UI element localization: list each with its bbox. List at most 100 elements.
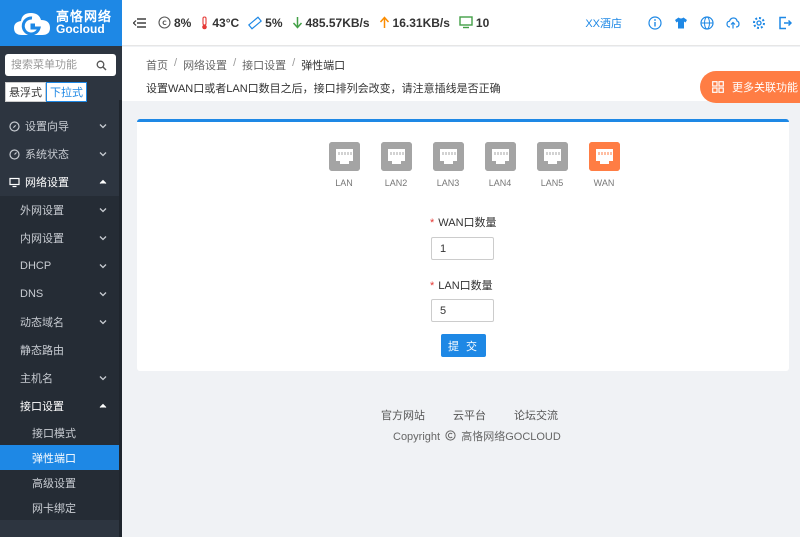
sidebar-item-hostname[interactable]: 主机名 — [0, 364, 122, 392]
elastic-port-card: LAN LAN2 LAN3 LAN4 LAN5 WAN *WAN口数量 *LAN… — [137, 119, 789, 371]
network-submenu: 外网设置 内网设置 DHCP DNS 动态域名 静态路由 主机名 接口设置 接口… — [0, 196, 122, 520]
lan-count-input[interactable] — [431, 299, 494, 322]
compass-icon — [9, 120, 20, 132]
sidebar-item-ddns[interactable]: 动态域名 — [0, 308, 122, 336]
grid-icon — [712, 81, 724, 93]
sidebar-scrollbar[interactable] — [119, 100, 122, 537]
ethernet-port-icon — [536, 142, 568, 171]
search-icon[interactable] — [96, 60, 107, 71]
sidebar-item-dns[interactable]: DNS — [0, 280, 122, 308]
upload-value: 16.31KB/s — [392, 15, 450, 30]
wan-count-input[interactable] — [431, 237, 494, 260]
store-name-link[interactable]: XX酒店 — [585, 15, 622, 31]
monitor-icon — [9, 177, 20, 187]
sidebar-item-label: 主机名 — [20, 373, 53, 385]
cpu-stat: C 8% — [158, 16, 191, 30]
interface-submenu: 接口模式 弹性端口 高级设置 网卡绑定 — [0, 420, 122, 520]
sidebar-item-system-status[interactable]: 系统状态 — [0, 140, 122, 168]
sidebar-item-wan-settings[interactable]: 外网设置 — [0, 196, 122, 224]
chevron-down-icon — [99, 124, 107, 129]
forum-link[interactable]: 论坛交流 — [514, 407, 558, 423]
port-lan5: LAN5 — [526, 142, 578, 188]
sidebar-item-label: 动态域名 — [20, 317, 64, 329]
info-icon[interactable] — [648, 16, 662, 30]
sidebar-item-dhcp[interactable]: DHCP — [0, 252, 122, 280]
breadcrumb: 首页 / 网络设置 / 接口设置 / 弹性端口 — [146, 57, 346, 73]
temperature-stat: 43°C — [200, 16, 239, 30]
device-monitor-icon — [459, 16, 473, 29]
tshirt-icon[interactable] — [674, 16, 688, 30]
float-mode-button[interactable]: 悬浮式 — [5, 82, 46, 102]
sidebar-item-interface-mode[interactable]: 接口模式 — [0, 420, 122, 445]
sidebar-item-label: 外网设置 — [20, 205, 64, 217]
gauge-icon — [9, 148, 20, 160]
submit-button[interactable]: 提 交 — [441, 334, 486, 357]
sidebar-item-label: 系统状态 — [25, 149, 69, 161]
sidebar-item-advanced-settings[interactable]: 高级设置 — [0, 470, 122, 495]
gear-icon[interactable] — [752, 16, 766, 30]
chevron-down-icon — [99, 320, 107, 325]
sidebar-item-label: DHCP — [20, 260, 52, 272]
menu-search-input[interactable] — [11, 59, 96, 71]
sidebar-item-label: 接口设置 — [20, 401, 64, 413]
copyright: Copyright 高恪网络GOCLOUD — [393, 430, 561, 443]
ethernet-port-icon — [328, 142, 360, 171]
ethernet-port-icon — [588, 142, 620, 171]
memory-stat: 5% — [248, 15, 283, 30]
sidebar-item-label: 静态路由 — [20, 345, 64, 357]
upload-stat: 16.31KB/s — [379, 16, 450, 30]
wan-count-label: * WAN口数量 — [430, 217, 497, 229]
port-wan: WAN — [578, 142, 630, 188]
brand-name-en: Gocloud — [56, 22, 105, 36]
chevron-down-icon — [99, 376, 107, 381]
chevron-up-icon — [99, 403, 107, 408]
chevron-up-icon — [99, 179, 107, 184]
globe-icon[interactable] — [700, 16, 714, 30]
chevron-down-icon — [99, 264, 107, 269]
logo[interactable]: 高恪网络 Gocloud — [0, 0, 122, 46]
breadcrumb-home[interactable]: 首页 — [146, 57, 168, 73]
menu-toggle-icon[interactable] — [133, 17, 146, 29]
port-label: LAN — [335, 178, 353, 188]
port-label: LAN4 — [488, 178, 512, 188]
cloud-upload-icon[interactable] — [726, 16, 740, 30]
breadcrumb-network-settings[interactable]: 网络设置 — [183, 57, 227, 73]
breadcrumb-current: 弹性端口 — [301, 60, 346, 72]
sidebar-item-nic-bonding[interactable]: 网卡绑定 — [0, 495, 122, 520]
chevron-down-icon — [99, 208, 107, 213]
breadcrumb-area: 首页 / 网络设置 / 接口设置 / 弹性端口 设置WAN口或者LAN口数目之后，接口… — [122, 47, 800, 101]
sidebar-item-label: 网卡绑定 — [32, 502, 76, 515]
port-lan4: LAN4 — [474, 142, 526, 188]
more-button-label: 更多关联功能 — [732, 82, 798, 94]
sidebar-item-label: 接口模式 — [32, 427, 76, 440]
sidebar-item-label: 内网设置 — [20, 233, 64, 245]
lan-count-label: * LAN口数量 — [430, 280, 493, 292]
port-label: LAN3 — [436, 178, 460, 188]
arrow-up-icon — [379, 16, 389, 28]
chevron-down-icon — [99, 292, 107, 297]
devices-value: 10 — [475, 15, 490, 30]
sidebar-item-interface-settings[interactable]: 接口设置 — [0, 392, 122, 420]
sidebar-item-elastic-port[interactable]: 弹性端口 — [0, 445, 122, 470]
footer-links: 官方网站 云平台 论坛交流 — [381, 407, 586, 423]
ethernet-port-icon — [380, 142, 412, 171]
official-site-link[interactable]: 官方网站 — [381, 407, 425, 423]
port-lan3: LAN3 — [422, 142, 474, 188]
download-value: 485.57KB/s — [305, 15, 370, 30]
cloud-platform-link[interactable]: 云平台 — [453, 407, 486, 423]
memory-icon — [248, 15, 263, 30]
logout-icon[interactable] — [778, 16, 792, 30]
sidebar-item-label: DNS — [20, 288, 44, 300]
sidebar-item-lan-settings[interactable]: 内网设置 — [0, 224, 122, 252]
sidebar-item-network-settings[interactable]: 网络设置 — [0, 168, 122, 196]
port-label: LAN5 — [540, 178, 564, 188]
port-label: WAN — [593, 178, 615, 188]
more-related-features-button[interactable]: 更多关联功能 — [700, 71, 800, 103]
sidebar-menu: 设置向导 系统状态 网络设置 外网设置 内网设置 DHCP DNS 动态域名 静… — [0, 112, 122, 520]
sidebar-item-label: 网络设置 — [25, 177, 69, 189]
breadcrumb-interface-settings[interactable]: 接口设置 — [242, 57, 286, 73]
cpu-icon: C — [158, 16, 171, 29]
dropdown-mode-button[interactable]: 下拉式 — [46, 82, 87, 102]
sidebar-item-static-route[interactable]: 静态路由 — [0, 336, 122, 364]
sidebar-item-setup-wizard[interactable]: 设置向导 — [0, 112, 122, 140]
